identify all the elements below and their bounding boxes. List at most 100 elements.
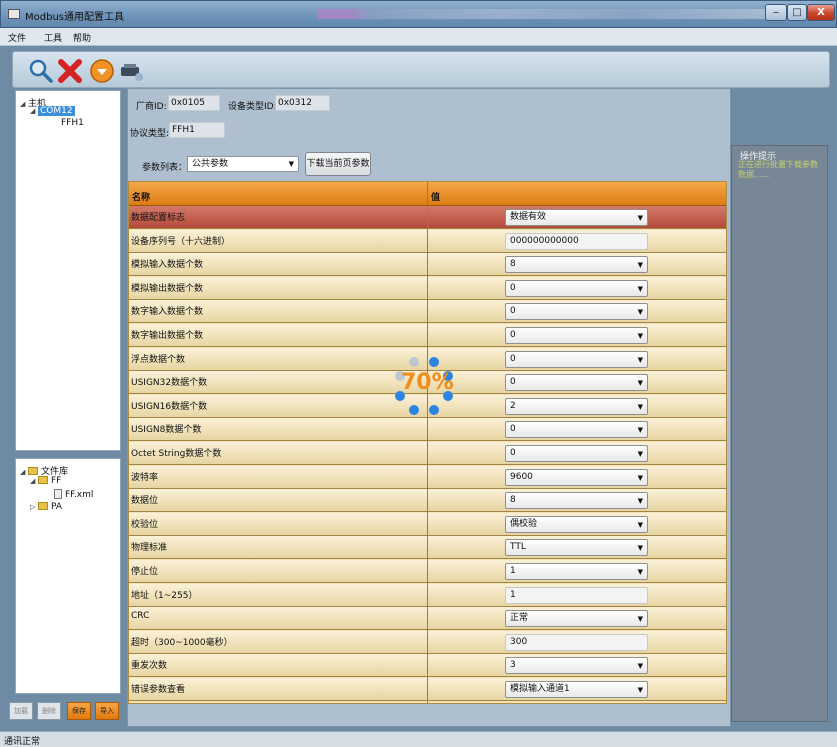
table-row[interactable]: 模拟输出数据个数 0 ▼ bbox=[129, 276, 726, 300]
param-value-input[interactable]: 1 bbox=[505, 586, 648, 604]
table-row[interactable]: 波特率 9600 ▼ bbox=[129, 465, 726, 489]
param-value-input[interactable]: 000000000000 bbox=[505, 232, 648, 250]
folder-icon bbox=[28, 467, 38, 475]
spinner-dot bbox=[428, 356, 439, 367]
table-row[interactable]: CRC 正常 ▼ bbox=[129, 607, 726, 631]
column-divider bbox=[427, 182, 428, 703]
param-value-select[interactable]: 8 ▼ bbox=[505, 492, 648, 510]
menu-help[interactable]: 帮助 bbox=[73, 31, 91, 44]
param-value-select[interactable]: 模拟输入通道1 ▼ bbox=[505, 681, 648, 698]
file-icon bbox=[54, 489, 62, 499]
param-value: 300 bbox=[510, 636, 528, 647]
parameter-grid: 名称 值 数据配置标志 数据有效 ▼ 设备序列号（十六进制） 000000000000 模… bbox=[128, 181, 727, 704]
import-button[interactable]: 导入 bbox=[95, 702, 119, 720]
param-value: 偶校验 bbox=[510, 518, 538, 529]
tree-item-ffxml[interactable]: FF.xml bbox=[54, 489, 93, 500]
table-row[interactable]: 模拟输入数据个数 8 ▼ bbox=[129, 253, 726, 277]
param-value-select[interactable]: 0 ▼ bbox=[505, 303, 648, 321]
collapse-icon: ◢ bbox=[30, 107, 36, 115]
param-value-select[interactable]: 2 ▼ bbox=[505, 397, 648, 415]
param-value-input[interactable]: 300 bbox=[505, 633, 648, 651]
vendor-id-value: 0x0105 bbox=[168, 95, 220, 111]
param-value: 1 bbox=[510, 566, 516, 576]
table-row[interactable]: 数据位 8 ▼ bbox=[129, 489, 726, 513]
table-row[interactable]: 数字输出数据个数 0 ▼ bbox=[129, 324, 726, 347]
param-name: Octet String数据个数 bbox=[131, 449, 222, 459]
table-row[interactable]: 地址（1~255） 1 bbox=[129, 583, 726, 607]
param-value: 0 bbox=[510, 353, 516, 364]
param-name: 模拟输入数据个数 bbox=[131, 260, 204, 271]
minimize-button[interactable]: ‒ bbox=[765, 4, 787, 21]
param-value-select[interactable]: 3 ▼ bbox=[505, 657, 648, 675]
chevron-down-icon: ▼ bbox=[637, 355, 643, 364]
param-value-select[interactable]: 0 ▼ bbox=[505, 279, 648, 297]
param-value-select[interactable]: 8 ▼ bbox=[505, 256, 648, 274]
table-row[interactable]: 设备序列号（十六进制） 000000000000 bbox=[129, 229, 726, 253]
param-name: 数据配置标志 bbox=[131, 213, 186, 223]
table-row[interactable]: 错误参数查看 模拟输入通道1 ▼ bbox=[129, 678, 726, 701]
param-value-select[interactable]: 0 ▼ bbox=[505, 350, 648, 368]
param-name: 地址（1~255） bbox=[131, 590, 198, 601]
param-value-select[interactable]: 偶校验 ▼ bbox=[505, 515, 648, 533]
menu-file[interactable]: 文件 bbox=[8, 31, 26, 44]
param-value: 0 bbox=[510, 282, 516, 293]
table-row[interactable]: 校验位 偶校验 ▼ bbox=[129, 512, 726, 536]
param-value: 000000000000 bbox=[510, 235, 579, 246]
app-icon bbox=[8, 9, 20, 19]
close-button[interactable]: X bbox=[807, 4, 835, 21]
param-value: 2 bbox=[510, 400, 516, 411]
param-name: USIGN8数据个数 bbox=[131, 425, 202, 436]
param-value-select[interactable]: 9600 ▼ bbox=[505, 468, 648, 486]
tree-item-ff[interactable]: ◢ FF bbox=[30, 476, 61, 486]
collapse-icon: ◢ bbox=[30, 477, 36, 485]
table-row[interactable]: Octet String数据个数 0 ▼ bbox=[129, 442, 726, 465]
table-row[interactable]: 超时（300~1000毫秒） 300 bbox=[129, 630, 726, 654]
save-button[interactable]: 保存 bbox=[67, 702, 91, 720]
param-value-select[interactable]: 1 ▼ bbox=[505, 563, 648, 580]
chevron-down-icon: ▼ bbox=[637, 473, 643, 482]
param-value: 正常 bbox=[510, 613, 529, 624]
maximize-button[interactable]: □ bbox=[787, 4, 807, 21]
title-bar: Modbus通用配置工具 ‒ □ X bbox=[0, 0, 837, 28]
param-value-select[interactable]: 数据有效 ▼ bbox=[505, 209, 648, 226]
tree-item-device[interactable]: FFH1 bbox=[61, 118, 84, 128]
table-row[interactable]: 数据配置标志 数据有效 ▼ bbox=[129, 206, 726, 229]
param-name: USIGN16数据个数 bbox=[131, 401, 208, 412]
chevron-down-icon: ▼ bbox=[637, 426, 643, 435]
search-icon[interactable] bbox=[28, 58, 54, 84]
chevron-down-icon: ▼ bbox=[637, 402, 643, 411]
tree-label: PA bbox=[51, 502, 63, 512]
library-actions: 加载 删除 保存 导入 bbox=[9, 702, 121, 720]
param-value: TTL bbox=[510, 542, 526, 553]
chevron-down-icon: ▼ bbox=[637, 544, 643, 553]
param-name: 波特率 bbox=[131, 472, 159, 483]
download-icon[interactable] bbox=[89, 58, 115, 84]
menu-tools[interactable]: 工具 bbox=[44, 31, 62, 44]
title-blur-area bbox=[317, 9, 767, 19]
load-button[interactable]: 加载 bbox=[9, 702, 33, 720]
param-value-select[interactable]: 正常 ▼ bbox=[505, 610, 648, 628]
tree-item-pa[interactable]: ▷ PA bbox=[30, 502, 62, 512]
param-value-select[interactable]: 0 ▼ bbox=[505, 374, 648, 392]
tree-item-port[interactable]: ◢ COM12 bbox=[30, 106, 75, 116]
param-value-select[interactable]: TTL ▼ bbox=[505, 539, 648, 557]
chevron-down-icon: ▼ bbox=[637, 615, 643, 624]
device-tree: ◢ 主机 ◢ COM12 FFH1 bbox=[15, 90, 121, 451]
table-row[interactable]: 停止位 1 ▼ bbox=[129, 560, 726, 583]
param-value-select[interactable]: 0 ▼ bbox=[505, 421, 648, 439]
chevron-down-icon: ▼ bbox=[637, 520, 643, 529]
table-row[interactable]: 物理标准 TTL ▼ bbox=[129, 536, 726, 560]
param-value: 0 bbox=[510, 330, 516, 340]
download-page-button[interactable]: 下载当前页参数 bbox=[305, 152, 371, 176]
delete-button[interactable]: 删除 bbox=[37, 702, 61, 720]
param-name: 浮点数据个数 bbox=[131, 354, 186, 365]
status-text: 通讯正常 bbox=[4, 737, 41, 747]
param-value-select[interactable]: 0 ▼ bbox=[505, 327, 648, 344]
table-row[interactable]: 重发次数 3 ▼ bbox=[129, 654, 726, 678]
connect-icon[interactable] bbox=[118, 58, 144, 84]
param-list-select[interactable]: 公共参数 ▼ bbox=[187, 156, 299, 172]
spinner-dot bbox=[409, 356, 420, 367]
table-row[interactable]: 数字输入数据个数 0 ▼ bbox=[129, 300, 726, 324]
delete-icon[interactable] bbox=[57, 58, 83, 84]
param-value-select[interactable]: 0 ▼ bbox=[505, 445, 648, 462]
